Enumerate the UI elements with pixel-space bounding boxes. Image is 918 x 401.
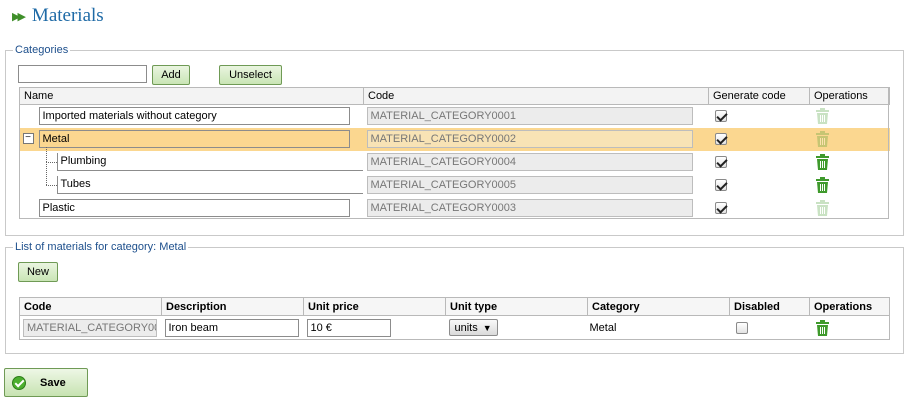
column-header-unit-type: Unit type xyxy=(445,297,588,316)
unit-type-select[interactable]: units ▼ xyxy=(448,319,498,336)
dropdown-arrow-icon: ▼ xyxy=(482,322,492,333)
trash-icon xyxy=(815,131,829,147)
tree-connector xyxy=(45,161,47,185)
column-header-operations: Operations xyxy=(809,297,890,316)
category-name-field[interactable]: Plastic xyxy=(38,199,350,217)
save-button[interactable]: Save xyxy=(4,368,88,397)
categories-legend: Categories xyxy=(15,44,69,56)
category-row[interactable]: Plastic MATERIAL_CATEGORY0003 xyxy=(20,197,890,220)
disabled-checkbox[interactable] xyxy=(735,321,748,334)
categories-table: Name Code Generate code Operations Impor… xyxy=(19,87,890,220)
new-material-button[interactable]: New xyxy=(18,262,58,282)
category-row-child[interactable]: Tubes MATERIAL_CATEGORY0005 xyxy=(20,161,890,197)
column-header-description: Description xyxy=(161,297,304,316)
materials-header-row: Code Description Unit price Unit type Ca… xyxy=(19,297,890,316)
category-code-field: MATERIAL_CATEGORY0004 xyxy=(366,153,693,171)
material-row[interactable]: MATERIAL_CATEGORY00 Iron beam 10 € units… xyxy=(19,315,890,340)
page-header: ▶▶ Materials xyxy=(12,4,104,28)
generate-code-checkbox[interactable] xyxy=(714,179,727,192)
material-category-text: Metal xyxy=(589,321,617,334)
checkmark-circle-icon xyxy=(12,375,26,390)
category-name-field[interactable]: Tubes xyxy=(56,176,363,194)
unselect-button[interactable]: Unselect xyxy=(219,65,282,85)
column-header-disabled: Disabled xyxy=(729,297,810,316)
materials-table: Code Description Unit price Unit type Ca… xyxy=(19,297,890,340)
generate-code-checkbox[interactable] xyxy=(714,202,727,215)
material-code-field: MATERIAL_CATEGORY00 xyxy=(23,318,157,337)
category-name-field[interactable]: Metal xyxy=(38,130,350,148)
category-name-field[interactable]: Imported materials without category xyxy=(38,107,350,126)
trash-icon xyxy=(815,200,829,216)
material-description-input[interactable]: Iron beam xyxy=(164,318,299,337)
tree-connector xyxy=(45,146,47,162)
generate-code-checkbox[interactable] xyxy=(714,133,727,146)
category-row-child[interactable]: Plumbing MATERIAL_CATEGORY0004 xyxy=(20,146,890,174)
tree-connector xyxy=(45,161,57,163)
category-code-field: MATERIAL_CATEGORY0001 xyxy=(366,107,693,126)
category-code-field: MATERIAL_CATEGORY0002 xyxy=(366,130,693,148)
category-row-selected[interactable]: − Metal MATERIAL_CATEGORY0002 xyxy=(19,127,890,151)
column-header-generate-code: Generate code xyxy=(708,87,810,105)
category-code-field: MATERIAL_CATEGORY0003 xyxy=(366,199,693,217)
materials-legend: List of materials for category: Metal xyxy=(15,241,187,253)
generate-code-checkbox[interactable] xyxy=(714,156,727,169)
column-header-code: Code xyxy=(19,297,162,316)
trash-icon[interactable] xyxy=(815,177,829,193)
double-chevron-right-icon: ▶▶ xyxy=(12,10,26,23)
material-unit-price-input[interactable]: 10 € xyxy=(306,318,391,337)
column-header-unit-price: Unit price xyxy=(303,297,446,316)
column-header-operations: Operations xyxy=(809,87,890,105)
unit-type-value: units xyxy=(454,321,478,334)
trash-icon[interactable] xyxy=(815,319,829,336)
generate-code-checkbox[interactable] xyxy=(714,110,727,123)
categories-header-row: Name Code Generate code Operations xyxy=(19,87,890,105)
tree-connector xyxy=(45,184,57,186)
category-row[interactable]: Imported materials without category MATE… xyxy=(20,105,890,128)
category-search-input[interactable] xyxy=(18,65,147,83)
column-header-category: Category xyxy=(587,297,730,316)
add-category-button[interactable]: Add xyxy=(152,65,190,85)
trash-icon xyxy=(815,108,829,125)
column-header-code: Code xyxy=(363,87,709,105)
save-button-label: Save xyxy=(40,376,66,389)
minus-box-icon[interactable]: − xyxy=(22,132,34,144)
trash-icon[interactable] xyxy=(815,154,829,170)
page-title: Materials xyxy=(31,5,104,26)
category-name-field[interactable]: Plumbing xyxy=(56,153,363,171)
category-code-field: MATERIAL_CATEGORY0005 xyxy=(366,176,693,194)
column-header-name: Name xyxy=(19,87,364,105)
